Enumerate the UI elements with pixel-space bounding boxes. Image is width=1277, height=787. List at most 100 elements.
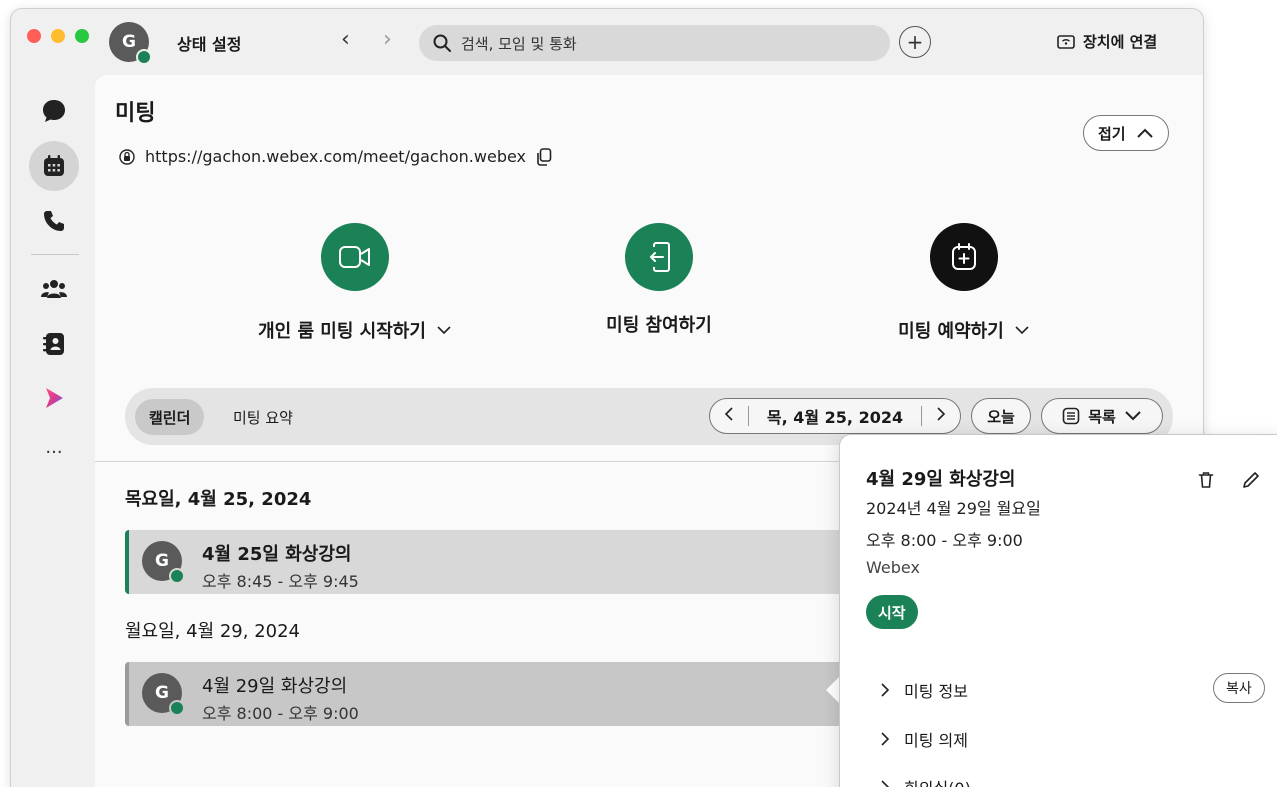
plus-icon: + [906,30,924,54]
view-label: 목록 [1088,407,1116,426]
sidebar-item-calling[interactable] [29,196,79,246]
connect-label: 장치에 연결 [1083,33,1158,51]
sidebar-divider [31,254,79,255]
presence-dot [169,700,185,716]
prev-day-button[interactable] [710,406,748,427]
sidebar-item-meetings[interactable] [29,141,79,191]
phone-icon [44,211,64,231]
current-date[interactable]: 목, 4월 25, 2024 [749,404,921,428]
teams-icon [41,280,67,298]
tab-calendar[interactable]: 캘린더 [135,399,205,435]
edit-pencil-icon[interactable] [1242,471,1260,489]
meeting-title: 4월 29일 화상강의 [202,676,348,697]
meeting-title: 4월 25일 화상강의 [202,544,352,565]
next-day-button[interactable] [922,406,960,427]
sidebar-item-messaging[interactable] [29,86,79,136]
forward-button[interactable]: › [383,29,392,51]
calendar-add-icon [952,243,976,270]
vidcast-icon [46,388,63,408]
schedule-meeting[interactable]: 미팅 예약하기 [834,223,1094,343]
collapse-button[interactable]: 접기 [1083,115,1169,151]
list-item[interactable]: G 4월 25일 화상강의 오후 8:45 - 오후 9:45 [125,530,845,594]
chevron-down-icon[interactable] [436,325,452,335]
chevron-up-icon [1136,128,1153,138]
chevron-right-icon [881,780,890,787]
meeting-agenda-label: 미팅 의제 [904,731,968,750]
sidebar-item-more[interactable]: ··· [29,427,79,477]
start-meeting-circle[interactable] [321,223,389,291]
today-button[interactable]: 오늘 [971,398,1031,434]
tab-meeting-summary[interactable]: 미팅 요약 [219,399,307,435]
chevron-down-icon[interactable] [1014,325,1030,335]
meeting-room-row[interactable]: 회의실(0) [880,775,971,787]
avatar-initial: G [155,683,169,703]
chevron-right-icon [937,406,946,421]
meeting-details-popover: 4월 29일 화상강의 2024년 4월 29일 월요일 오후 8:00 - 오… [839,434,1277,787]
presence-dot [169,568,185,584]
lock-icon [119,148,135,165]
user-avatar[interactable]: G [109,22,152,65]
copy-button[interactable]: 복사 [1213,673,1265,703]
collapse-label: 접기 [1098,124,1126,143]
popover-date: 2024년 4월 29일 월요일 [866,499,1041,518]
contacts-icon [43,333,64,355]
popover-time: 오후 8:00 - 오후 9:00 [866,531,1023,550]
device-icon [1057,34,1075,49]
more-icon: ··· [45,441,63,463]
join-door-icon [650,242,670,272]
trash-icon[interactable] [1198,471,1214,489]
join-meeting-circle[interactable] [625,223,693,291]
minimize-window-button[interactable] [51,29,65,43]
presence-dot [136,49,152,65]
start-personal-room-meeting[interactable]: 개인 룸 미팅 시작하기 [225,223,485,343]
chevron-right-icon [881,683,890,697]
titlebar: G 상태 설정 ‹ › 검색, 모임 및 통화 + 장치에 연결 [11,9,1203,75]
list-view-icon [1062,407,1080,425]
video-camera-icon [339,246,370,268]
list-divider [95,461,855,462]
meeting-info-row[interactable]: 미팅 정보 [880,678,968,702]
schedule-meeting-label: 미팅 예약하기 [898,321,1004,342]
copy-icon[interactable] [536,147,552,166]
close-window-button[interactable] [27,29,41,43]
add-button[interactable]: + [899,26,931,58]
chevron-left-icon [724,406,733,421]
meeting-time: 오후 8:45 - 오후 9:45 [202,572,359,591]
meeting-host-avatar: G [142,673,185,716]
connect-device-button[interactable]: 장치에 연결 [1057,31,1157,52]
join-meeting-label: 미팅 참여하기 [606,315,712,336]
status-label[interactable]: 상태 설정 [177,31,241,55]
search-placeholder: 검색, 모임 및 통화 [461,34,577,53]
start-meeting-button[interactable]: 시작 [866,595,918,629]
popover-platform: Webex [866,558,920,577]
zoom-window-button[interactable] [75,29,89,43]
meeting-time: 오후 8:00 - 오후 9:00 [202,704,359,723]
meeting-room-label: 회의실(0) [904,775,971,787]
date-navigator: 목, 4월 25, 2024 [709,398,961,434]
sidebar-item-contacts[interactable] [29,319,79,369]
popover-pointer [826,676,840,704]
sidebar-item-vidcast[interactable] [29,373,79,423]
meeting-info-label: 미팅 정보 [904,682,968,701]
chevron-down-icon [1125,411,1141,421]
back-button[interactable]: ‹ [341,29,350,51]
start-meeting-label: 개인 룸 미팅 시작하기 [258,321,426,342]
messaging-icon [43,100,65,122]
day-header: 목요일, 4월 25, 2024 [125,489,312,510]
day-header: 월요일, 4월 29, 2024 [125,621,301,642]
page-title: 미팅 [115,101,156,126]
meeting-host-avatar: G [142,541,185,584]
sidebar-item-teams[interactable] [29,264,79,314]
calendar-icon [44,155,64,176]
avatar-initial: G [155,551,169,571]
popover-title: 4월 29일 화상강의 [866,469,1016,490]
meeting-agenda-row[interactable]: 미팅 의제 [880,727,968,751]
join-meeting[interactable]: 미팅 참여하기 [529,223,789,337]
personal-room-url-row: https://gachon.webex.com/meet/gachon.web… [119,147,552,166]
list-item[interactable]: G 4월 29일 화상강의 오후 8:00 - 오후 9:00 [125,662,845,726]
search-icon [433,34,451,52]
view-selector[interactable]: 목록 [1041,398,1163,434]
search-input[interactable]: 검색, 모임 및 통화 [419,25,890,61]
schedule-meeting-circle[interactable] [930,223,998,291]
personal-room-url[interactable]: https://gachon.webex.com/meet/gachon.web… [145,147,526,166]
